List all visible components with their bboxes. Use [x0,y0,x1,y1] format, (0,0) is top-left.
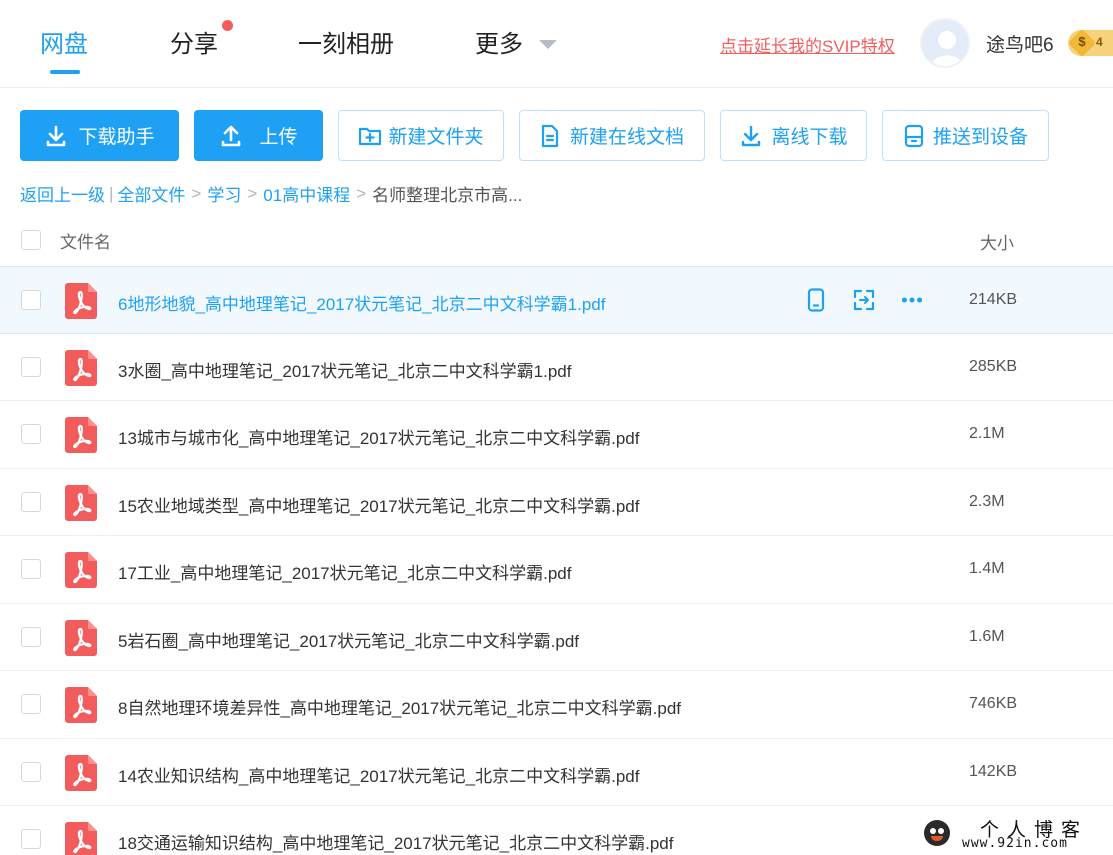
breadcrumb-item-study[interactable]: 学习 [207,181,241,206]
file-checkbox[interactable] [21,626,41,647]
share-link-icon[interactable] [853,288,875,312]
svip-renew-link[interactable]: 点击延长我的SVIP特权 [720,32,895,57]
pdf-file-icon [65,822,97,855]
select-all-checkbox[interactable] [21,230,41,250]
breadcrumb: 返回上一级 | 全部文件 > 学习 > 01高中课程 > 名师整理北京市高... [20,181,522,206]
file-size: 746KB [969,695,1018,712]
upload-button[interactable]: 上传 [194,110,323,161]
tab-share[interactable]: 分享 [170,24,218,59]
column-header-name[interactable]: 文件名 [60,228,111,253]
new-online-doc-button[interactable]: 新建在线文档 [519,110,705,161]
chevron-down-icon[interactable] [539,40,557,49]
breadcrumb-current: 名师整理北京市高... [372,186,523,205]
file-name[interactable]: 3水圈_高中地理笔记_2017状元笔记_北京二中文科学霸1.pdf [118,357,571,382]
new-folder-icon [359,127,382,145]
mascot-icon [924,820,950,846]
file-name[interactable]: 13城市与城市化_高中地理笔记_2017状元笔记_北京二中文科学霸.pdf [118,424,639,449]
active-tab-indicator [50,70,80,74]
pdf-file-icon [65,754,97,791]
vip-coin-symbol: $ [1078,34,1086,49]
file-row[interactable]: 3水圈_高中地理笔记_2017状元笔记_北京二中文科学霸1.pdf 285KB [0,334,1113,401]
file-checkbox[interactable] [21,761,41,782]
file-name[interactable]: 8自然地理环境差异性_高中地理笔记_2017状元笔记_北京二中文科学霸.pdf [118,694,681,719]
file-row[interactable]: 6地形地貌_高中地理笔记_2017状元笔记_北京二中文科学霸1.pdf 214KB [0,266,1113,334]
tab-more[interactable]: 更多 [475,24,523,59]
file-size: 1.4M [969,560,1005,577]
breadcrumb-separator: > [356,183,367,203]
vip-level: 4 [1096,35,1103,49]
watermark-url: www.92in.com [962,836,1068,851]
vip-level-badge[interactable]: $ 4 [1068,30,1113,56]
breadcrumb-item-all-files[interactable]: 全部文件 [117,181,185,206]
file-size: 285KB [969,357,1018,375]
file-name[interactable]: 17工业_高中地理笔记_2017状元笔记_北京二中文科学霸.pdf [118,559,571,584]
file-size: 214KB [969,291,1018,308]
push-to-device-label: 推送到设备 [932,127,1028,148]
breadcrumb-divider: | [109,183,114,203]
tab-netdisk[interactable]: 网盘 [40,24,88,59]
offline-download-icon [742,125,761,146]
breadcrumb-separator: > [247,183,258,203]
breadcrumb-item-high-school[interactable]: 01高中课程 [263,181,350,206]
file-row[interactable]: 8自然地理环境差异性_高中地理笔记_2017状元笔记_北京二中文科学霸.pdf 7… [0,671,1113,739]
file-name[interactable]: 14农业知识结构_高中地理笔记_2017状元笔记_北京二中文科学霸.pdf [118,762,639,787]
file-list: 6地形地貌_高中地理笔记_2017状元笔记_北京二中文科学霸1.pdf 214KB… [0,266,1113,855]
breadcrumb-back[interactable]: 返回上一级 [20,181,105,206]
pdf-file-icon [65,484,97,521]
file-size: 142KB [969,762,1018,780]
download-helper-label: 下载助手 [78,127,155,148]
file-checkbox[interactable] [21,356,41,377]
breadcrumb-separator: > [191,183,202,203]
file-checkbox[interactable] [21,424,41,444]
file-row[interactable]: 14农业知识结构_高中地理笔记_2017状元笔记_北京二中文科学霸.pdf 142… [0,739,1113,806]
pdf-file-icon [65,552,97,588]
avatar[interactable] [920,18,970,68]
offline-download-button[interactable]: 离线下载 [720,110,867,161]
row-actions [805,288,923,312]
file-checkbox[interactable] [21,829,41,849]
new-online-doc-label: 新建在线文档 [569,127,684,148]
file-name[interactable]: 6地形地貌_高中地理笔记_2017状元笔记_北京二中文科学霸1.pdf [118,290,605,315]
watermark: 个人博客 www.92in.com [918,812,1113,855]
file-size: 2.1M [969,425,1005,442]
file-size: 2.3M [969,492,1005,510]
file-row[interactable]: 13城市与城市化_高中地理笔记_2017状元笔记_北京二中文科学霸.pdf 2.1… [0,401,1113,469]
top-nav: 网盘 分享 一刻相册 更多 点击延长我的SVIP特权 途鸟吧6 $ 4 [0,0,1113,88]
new-folder-label: 新建文件夹 [388,127,484,148]
new-folder-button[interactable]: 新建文件夹 [338,110,504,161]
file-checkbox[interactable] [21,559,41,579]
file-name[interactable]: 15农业地域类型_高中地理笔记_2017状元笔记_北京二中文科学霸.pdf [118,492,639,517]
file-row[interactable]: 5岩石圈_高中地理笔记_2017状元笔记_北京二中文科学霸.pdf 1.6M [0,604,1113,671]
upload-icon [222,125,241,146]
notification-dot [222,20,233,31]
more-options-icon[interactable] [901,288,923,312]
tab-album[interactable]: 一刻相册 [298,24,394,59]
file-row[interactable]: 15农业地域类型_高中地理笔记_2017状元笔记_北京二中文科学霸.pdf 2.3… [0,469,1113,536]
pdf-file-icon [65,417,97,453]
upload-label: 上传 [259,127,298,148]
file-checkbox[interactable] [21,491,41,512]
pdf-file-icon [65,687,97,723]
send-to-phone-icon[interactable] [805,288,827,312]
file-name[interactable]: 18交通运输知识结构_高中地理笔记_2017状元笔记_北京二中文科学霸.pdf [118,829,673,854]
download-icon [47,125,66,146]
push-to-device-button[interactable]: 推送到设备 [882,110,1049,161]
file-checkbox[interactable] [21,290,41,310]
file-row[interactable]: 17工业_高中地理笔记_2017状元笔记_北京二中文科学霸.pdf 1.4M [0,536,1113,604]
offline-download-label: 离线下载 [771,127,848,148]
column-header-size[interactable]: 大小 [980,229,1014,254]
device-icon [904,124,924,147]
file-name[interactable]: 5岩石圈_高中地理笔记_2017状元笔记_北京二中文科学霸.pdf [118,627,579,652]
download-helper-button[interactable]: 下载助手 [20,110,179,161]
document-icon [541,124,559,147]
pdf-file-icon [65,283,97,319]
file-size: 1.6M [969,627,1005,645]
username[interactable]: 途鸟吧6 [986,30,1054,57]
user-avatar-icon [922,20,968,66]
pdf-file-icon [65,349,97,386]
file-checkbox[interactable] [21,694,41,714]
pdf-file-icon [65,619,97,656]
